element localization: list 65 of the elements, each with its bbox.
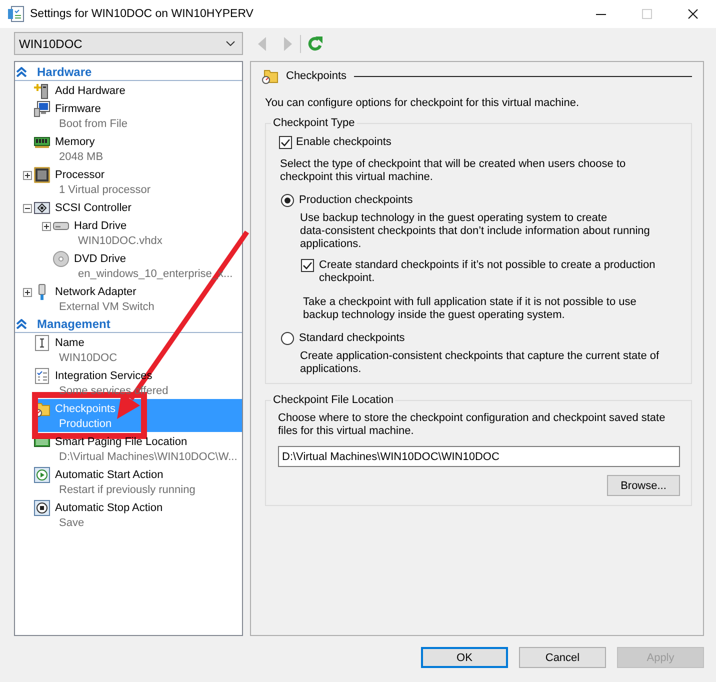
location-description: Choose where to store the checkpoint configuration and checkpoint saved state files for this virtual machine. — [278, 412, 666, 438]
close-icon[interactable] — [688, 9, 698, 19]
checklist-icon — [34, 368, 50, 384]
sidebar-item[interactable]: Memory 2048 MB — [34, 132, 242, 165]
item-detail: WIN10DOC — [58, 351, 118, 366]
section-header[interactable]: Management — [15, 315, 242, 333]
section-header[interactable]: Hardware — [15, 63, 242, 81]
browse-button[interactable]: Browse... — [607, 475, 680, 496]
checkbox[interactable] — [279, 136, 292, 148]
sidebar-item[interactable]: SCSI Controller — [34, 198, 242, 216]
checkbox[interactable] — [301, 259, 314, 272]
vm-dropdown[interactable]: WIN10DOC — [14, 32, 243, 55]
folder-icon — [262, 68, 278, 84]
sidebar-item[interactable]: Hard Drive WIN10DOC.vhdx — [53, 216, 242, 249]
expand-icon[interactable] — [23, 288, 32, 297]
group-title: Checkpoint Type — [272, 117, 356, 130]
play-icon — [34, 467, 50, 483]
checkbox-label: Create standard checkpoints if it’s not possible to create a production checkpoint. — [319, 259, 656, 285]
checklist-document-icon — [8, 6, 24, 22]
item-detail: D:\Virtual Machines\WIN10DOC\W... — [58, 450, 238, 465]
group-title: Checkpoint File Location — [272, 394, 394, 407]
text-cursor-document-icon — [34, 335, 50, 351]
window-title: Settings for WIN10DOC on WIN10HYPERV — [30, 8, 254, 20]
dialog-button[interactable]: OK — [421, 647, 508, 668]
expand-icon[interactable] — [42, 222, 51, 231]
sidebar-item[interactable]: Network Adapter External VM Switch — [34, 282, 242, 315]
checkbox-label: Enable checkpoints — [296, 136, 392, 148]
path-field[interactable]: D:\Virtual Machines\WIN10DOC\WIN10DOC — [278, 446, 680, 467]
disc-icon — [53, 251, 69, 267]
sidebar-item[interactable]: Name WIN10DOC — [34, 333, 242, 366]
radio-button[interactable] — [281, 332, 294, 344]
item-detail: Boot from File — [58, 117, 128, 132]
expand-icon[interactable] — [23, 171, 32, 180]
item-detail: 2048 MB — [58, 150, 104, 165]
sidebar-item[interactable]: Automatic Stop Action Save — [34, 498, 242, 531]
radio-label: Production checkpoints — [299, 194, 413, 206]
collapse-icon[interactable] — [23, 204, 32, 213]
refresh-icon[interactable] — [307, 36, 323, 52]
item-detail: Production — [58, 417, 113, 432]
sidebar-item[interactable]: Automatic Start Action Restart if previously running — [34, 465, 242, 498]
intro-text: You can configure options for checkpoint for this virtual machine. — [265, 96, 580, 110]
radio-label: Standard checkpoints — [299, 332, 405, 344]
sidebar-item[interactable]: Processor 1 Virtual processor — [34, 165, 242, 198]
panel-title: Checkpoints — [286, 70, 347, 82]
sidebar-item[interactable]: Firmware Boot from File — [34, 99, 242, 132]
prompt-text: Select the type of checkpoint that will be created when users choose to checkpoint this virtual machine. — [280, 158, 627, 184]
processor-chip-icon — [34, 167, 50, 183]
dialog-button[interactable]: Cancel — [519, 647, 606, 668]
note-text: Take a checkpoint with full application state if it is not possible to use backup technology inside the guest operating system. — [302, 296, 638, 322]
item-detail: Save — [58, 516, 86, 531]
radio-button[interactable] — [281, 194, 294, 206]
option-description: Use backup technology in the guest operating system to create data-consistent checkpoints that don’t include information about running applications. — [299, 212, 651, 251]
stop-icon — [34, 500, 50, 516]
monitor-icon — [34, 101, 50, 117]
sidebar-item[interactable]: Add Hardware — [34, 81, 242, 99]
option-description: Create application-consistent checkpoints that capture the current state of applications. — [299, 350, 660, 376]
sidebar-item[interactable]: Smart Paging File Location D:\Virtual Machines\WIN10DOC\W... — [34, 432, 242, 465]
item-detail: External VM Switch — [58, 300, 154, 315]
item-detail: Restart if previously running — [58, 483, 196, 498]
plus-card-icon — [34, 83, 50, 99]
item-detail: WIN10DOC.vhdx — [77, 234, 162, 249]
item-detail: 1 Virtual processor — [58, 183, 151, 198]
memory-chip-icon — [34, 134, 50, 150]
caret-icon — [226, 41, 235, 46]
controller-icon — [34, 200, 50, 216]
